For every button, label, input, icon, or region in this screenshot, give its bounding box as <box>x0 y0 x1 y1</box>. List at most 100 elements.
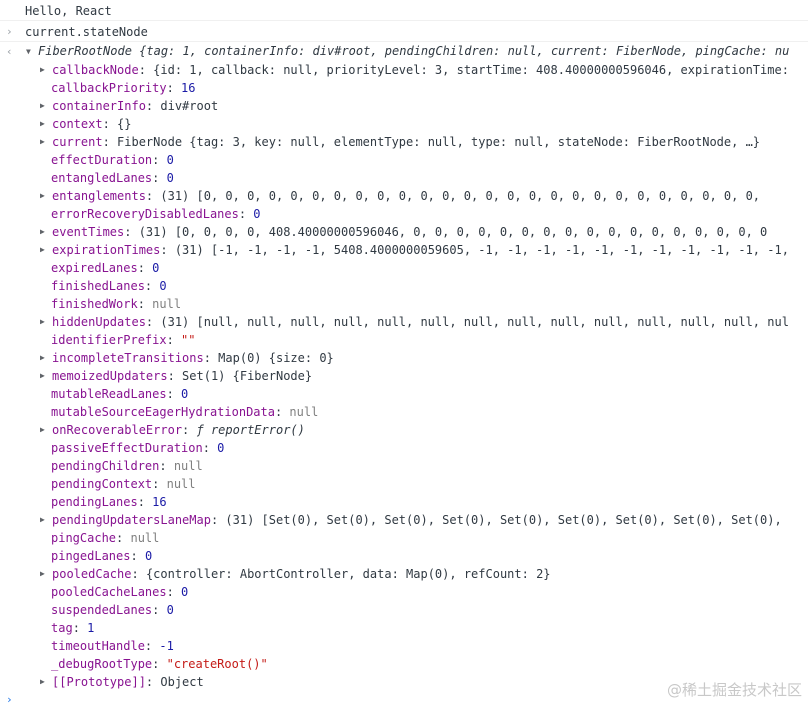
property-key: pendingUpdatersLaneMap <box>52 513 211 527</box>
collapsed-triangle-icon[interactable]: ▶ <box>40 61 52 79</box>
collapsed-triangle-icon[interactable]: ▶ <box>40 349 52 367</box>
property-separator: : <box>145 189 161 203</box>
property-row[interactable]: ▶ onRecoverableError: ƒ reportError() <box>0 421 808 439</box>
property-key: _debugRootType <box>51 657 153 671</box>
property-key: pooledCache <box>52 567 132 581</box>
property-row[interactable]: ▶ entanglements: (31) [0, 0, 0, 0, 0, 0, … <box>0 187 808 205</box>
property-value: 16 <box>181 81 196 95</box>
property-value: 1 <box>87 621 95 635</box>
collapsed-triangle-icon[interactable]: ▶ <box>40 97 52 115</box>
collapsed-triangle-icon[interactable]: ▶ <box>40 565 52 583</box>
devtools-console: Hello, React › current.stateNode ‹ ▼ Fibe… <box>0 0 808 706</box>
property-key: pingedLanes <box>51 549 131 563</box>
property-row[interactable]: ▶ eventTimes: (31) [0, 0, 0, 0, 408.40000… <box>0 223 808 241</box>
property-value: (31) [-1, -1, -1, -1, 5408.4000000059605… <box>174 243 789 257</box>
property-value: (31) [Set(0), Set(0), Set(0), Set(0), Se… <box>225 513 782 527</box>
property-row[interactable]: ▶ context: {} <box>0 115 808 133</box>
property-value: {controller: AbortController, data: Map(… <box>145 567 551 581</box>
property-row: pingedLanes: 0 <box>0 547 808 565</box>
property-entry[interactable]: ▶ context: {} <box>40 115 131 133</box>
property-separator: : <box>131 567 146 581</box>
property-entry[interactable]: ▶ pendingUpdatersLaneMap: (31) [Set(0), S… <box>40 511 782 529</box>
property-entry[interactable]: ▶ hiddenUpdates: (31) [null, null, null, … <box>40 313 789 331</box>
console-input-row[interactable]: › current.stateNode <box>0 21 808 42</box>
property-key: tag <box>51 621 73 635</box>
collapsed-triangle-icon[interactable]: ▶ <box>40 421 52 439</box>
property-row[interactable]: ▶ pooledCache: {controller: AbortControll… <box>0 565 808 583</box>
property-separator: : <box>145 315 161 329</box>
property-row: passiveEffectDuration: 0 <box>0 439 808 457</box>
collapsed-triangle-icon[interactable]: ▶ <box>40 511 52 529</box>
property-separator: : <box>137 495 153 509</box>
property-key: pendingContext <box>51 477 153 491</box>
property-row[interactable]: ▶ containerInfo: div#root <box>0 97 808 115</box>
property-key: effectDuration <box>51 153 153 167</box>
property-separator: : <box>152 603 167 617</box>
property-entry[interactable]: ▶ expirationTimes: (31) [-1, -1, -1, -1, … <box>40 241 789 259</box>
property-separator: : <box>166 333 182 347</box>
expanded-triangle-icon[interactable]: ▼ <box>26 42 38 61</box>
property-separator: : <box>124 225 139 239</box>
collapsed-triangle-icon[interactable]: ▶ <box>40 313 52 331</box>
property-row: suspendedLanes: 0 <box>0 601 808 619</box>
property-entry[interactable]: ▶ [[Prototype]]: Object <box>40 673 204 691</box>
property-row[interactable]: ▶ memoizedUpdaters: Set(1) {FiberNode} <box>0 367 808 385</box>
property-entry[interactable]: ▶ entanglements: (31) [0, 0, 0, 0, 0, 0, … <box>40 187 760 205</box>
property-key: pendingChildren <box>51 459 160 473</box>
result-root-row[interactable]: ‹ ▼ FiberRootNode {tag: 1, containerInfo:… <box>0 42 808 61</box>
collapsed-triangle-icon[interactable]: ▶ <box>40 187 52 205</box>
property-entry[interactable]: ▶ pooledCache: {controller: AbortControll… <box>40 565 551 583</box>
property-key: entanglements <box>52 189 146 203</box>
property-value: {id: 1, callback: null, priorityLevel: 3… <box>153 63 789 77</box>
collapsed-triangle-icon[interactable]: ▶ <box>40 133 52 151</box>
property-entry[interactable]: ▶ memoizedUpdaters: Set(1) {FiberNode} <box>40 367 312 385</box>
property-value: 0 <box>181 585 189 599</box>
collapsed-triangle-icon[interactable]: ▶ <box>40 223 52 241</box>
property-value: "" <box>181 333 196 347</box>
property-row: effectDuration: 0 <box>0 151 808 169</box>
property-separator: : <box>159 459 174 473</box>
property-entry: pingCache: null <box>51 529 159 547</box>
property-separator: : <box>102 117 118 131</box>
property-row[interactable]: ▶ pendingUpdatersLaneMap: (31) [Set(0), S… <box>0 511 808 529</box>
property-entry: passiveEffectDuration: 0 <box>51 439 224 457</box>
property-value: Set(1) {FiberNode} <box>182 369 313 383</box>
property-entry[interactable]: ▶ callbackNode: {id: 1, callback: null, p… <box>40 61 789 79</box>
property-value: 0 <box>166 153 174 167</box>
property-entry[interactable]: ▶ current: FiberNode {tag: 3, key: null, … <box>40 133 760 151</box>
property-entry[interactable]: ▶ incompleteTransitions: Map(0) {size: 0} <box>40 349 334 367</box>
property-separator: : <box>203 351 219 365</box>
property-row[interactable]: ▶ hiddenUpdates: (31) [null, null, null, … <box>0 313 808 331</box>
property-key: [[Prototype]] <box>52 675 146 689</box>
property-value: 0 <box>217 441 225 455</box>
collapsed-triangle-icon[interactable]: ▶ <box>40 241 52 259</box>
property-separator: : <box>102 135 118 149</box>
collapsed-triangle-icon[interactable]: ▶ <box>40 673 52 691</box>
property-entry[interactable]: ▶ containerInfo: div#root <box>40 97 218 115</box>
property-row[interactable]: ▶ callbackNode: {id: 1, callback: null, p… <box>0 61 808 79</box>
property-value: 16 <box>152 495 167 509</box>
property-row: callbackPriority: 16 <box>0 79 808 97</box>
property-row[interactable]: ▶ incompleteTransitions: Map(0) {size: 0} <box>0 349 808 367</box>
property-row[interactable]: ▶ expirationTimes: (31) [-1, -1, -1, -1, … <box>0 241 808 259</box>
collapsed-triangle-icon[interactable]: ▶ <box>40 367 52 385</box>
property-row[interactable]: ▶ current: FiberNode {tag: 3, key: null, … <box>0 133 808 151</box>
property-separator: : <box>182 423 197 437</box>
property-key: callbackPriority <box>51 81 167 95</box>
property-value: {} <box>117 117 132 131</box>
property-entry[interactable]: ▶ eventTimes: (31) [0, 0, 0, 0, 408.40000… <box>40 223 767 241</box>
console-input-expression[interactable]: current.stateNode <box>25 21 148 41</box>
property-entry: errorRecoveryDisabledLanes: 0 <box>51 205 261 223</box>
bottom-prompt-icon: › <box>6 693 13 706</box>
property-key: passiveEffectDuration <box>51 441 203 455</box>
property-row: pingCache: null <box>0 529 808 547</box>
property-entry[interactable]: ▶ onRecoverableError: ƒ reportError() <box>40 421 305 439</box>
property-separator: : <box>238 207 254 221</box>
root-type-label: FiberRootNode <box>38 44 132 58</box>
property-value: Map(0) {size: 0} <box>218 351 334 365</box>
collapsed-triangle-icon[interactable]: ▶ <box>40 115 52 133</box>
property-separator: : <box>152 477 167 491</box>
property-separator: : <box>116 531 131 545</box>
root-tree-summary[interactable]: ▼ FiberRootNode {tag: 1, containerInfo: d… <box>26 42 789 61</box>
property-separator: : <box>152 657 167 671</box>
